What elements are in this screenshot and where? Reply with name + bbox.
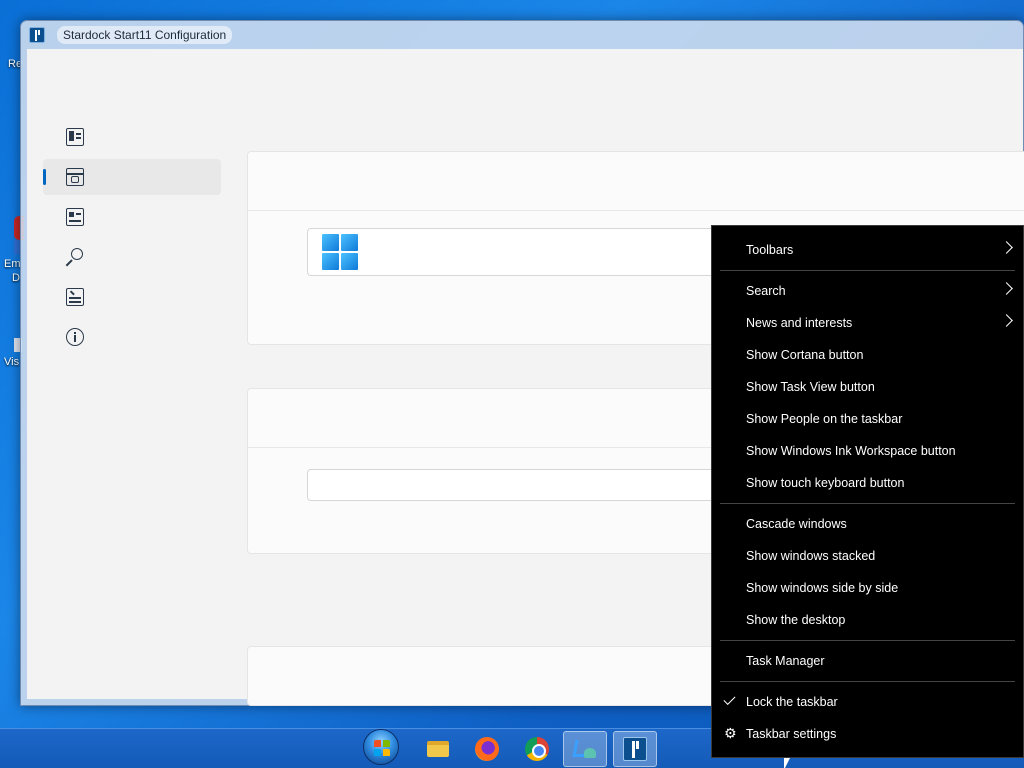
- menu-separator: [720, 640, 1015, 641]
- start-orb-button[interactable]: [359, 729, 403, 767]
- download-manager-icon: [572, 738, 598, 760]
- keyboard-icon: [65, 287, 85, 307]
- menu-item-taskbar-settings[interactable]: ⚙ Taskbar settings: [712, 718, 1023, 750]
- menu-item-label: Search: [746, 284, 786, 298]
- search-icon: [65, 247, 85, 267]
- menu-separator: [720, 503, 1015, 504]
- menu-item-show-desktop[interactable]: Show the desktop: [712, 604, 1023, 636]
- menu-item-show-people[interactable]: Show People on the taskbar: [712, 403, 1023, 435]
- chevron-right-icon: [1000, 241, 1013, 254]
- menu-item-label: Toolbars: [746, 243, 794, 257]
- nav-item-start-menu[interactable]: [43, 119, 221, 155]
- taskbar-context-menu: Toolbars Search News and interests Show …: [711, 225, 1024, 758]
- menu-item-cascade-windows[interactable]: Cascade windows: [712, 508, 1023, 540]
- menu-item-lock-taskbar[interactable]: Lock the taskbar: [712, 686, 1023, 718]
- settings-dropdown[interactable]: [307, 469, 727, 501]
- taskbar-file-explorer[interactable]: [416, 731, 460, 767]
- menu-item-label: Show Task View button: [746, 380, 875, 394]
- taskbar-style-selector[interactable]: [307, 228, 727, 276]
- menu-item-label: Show touch keyboard button: [746, 476, 905, 490]
- gear-icon: ⚙: [724, 725, 737, 741]
- nav-item-control-panel[interactable]: [43, 199, 221, 235]
- taskbar-icon: [65, 167, 85, 187]
- nav-item-about[interactable]: [43, 319, 221, 355]
- menu-item-label: Show Cortana button: [746, 348, 864, 362]
- desktop-icon-label[interactable]: Vis: [4, 356, 19, 368]
- nav-item-keyboard[interactable]: [43, 279, 221, 315]
- checkmark-icon: [723, 692, 736, 706]
- start-menu-icon: [65, 127, 85, 147]
- menu-separator: [720, 681, 1015, 682]
- menu-item-show-touch-keyboard[interactable]: Show touch keyboard button: [712, 467, 1023, 499]
- window-titlebar[interactable]: Stardock Start11 Configuration: [21, 21, 1023, 49]
- taskbar-chrome[interactable]: [515, 731, 559, 767]
- start11-app-icon: [623, 737, 647, 761]
- windows11-logo-icon: [322, 234, 358, 270]
- menu-item-label: Cascade windows: [746, 517, 847, 531]
- desktop-icon-label[interactable]: D: [12, 272, 20, 284]
- folder-icon: [427, 741, 449, 757]
- info-icon: [65, 327, 85, 347]
- menu-item-label: Lock the taskbar: [746, 695, 838, 709]
- menu-item-label: Show People on the taskbar: [746, 412, 903, 426]
- taskbar-firefox[interactable]: [465, 731, 509, 767]
- windows-orb-icon: [363, 729, 399, 765]
- menu-item-label: Show the desktop: [746, 613, 846, 627]
- menu-item-show-task-view[interactable]: Show Task View button: [712, 371, 1023, 403]
- menu-item-task-manager[interactable]: Task Manager: [712, 645, 1023, 677]
- window-title: Stardock Start11 Configuration: [57, 26, 233, 44]
- menu-item-label: Show Windows Ink Workspace button: [746, 444, 956, 458]
- taskbar-downloads[interactable]: [563, 731, 607, 767]
- menu-item-news-and-interests[interactable]: News and interests: [712, 307, 1023, 339]
- firefox-icon: [475, 737, 499, 761]
- desktop-icon-label[interactable]: Em: [4, 258, 21, 270]
- menu-item-windows-side-by-side[interactable]: Show windows side by side: [712, 572, 1023, 604]
- nav-item-taskbar[interactable]: [43, 159, 221, 195]
- menu-item-label: Task Manager: [746, 654, 825, 668]
- mouse-cursor-icon: [784, 758, 790, 768]
- control-panel-icon: [65, 207, 85, 227]
- menu-separator: [720, 270, 1015, 271]
- menu-item-windows-stacked[interactable]: Show windows stacked: [712, 540, 1023, 572]
- menu-item-label: Show windows stacked: [746, 549, 876, 563]
- menu-item-label: Show windows side by side: [746, 581, 899, 595]
- chrome-icon: [525, 737, 549, 761]
- nav-rail: [43, 119, 221, 359]
- start11-app-icon: [29, 27, 45, 43]
- taskbar-start11[interactable]: [613, 731, 657, 767]
- menu-item-show-cortana[interactable]: Show Cortana button: [712, 339, 1023, 371]
- menu-item-show-ink-workspace[interactable]: Show Windows Ink Workspace button: [712, 435, 1023, 467]
- menu-item-label: Taskbar settings: [746, 727, 837, 741]
- menu-item-label: News and interests: [746, 316, 853, 330]
- menu-item-toolbars[interactable]: Toolbars: [712, 234, 1023, 266]
- chevron-right-icon: [1000, 314, 1013, 327]
- nav-item-search[interactable]: [43, 239, 221, 275]
- chevron-right-icon: [1000, 282, 1013, 295]
- menu-item-search[interactable]: Search: [712, 275, 1023, 307]
